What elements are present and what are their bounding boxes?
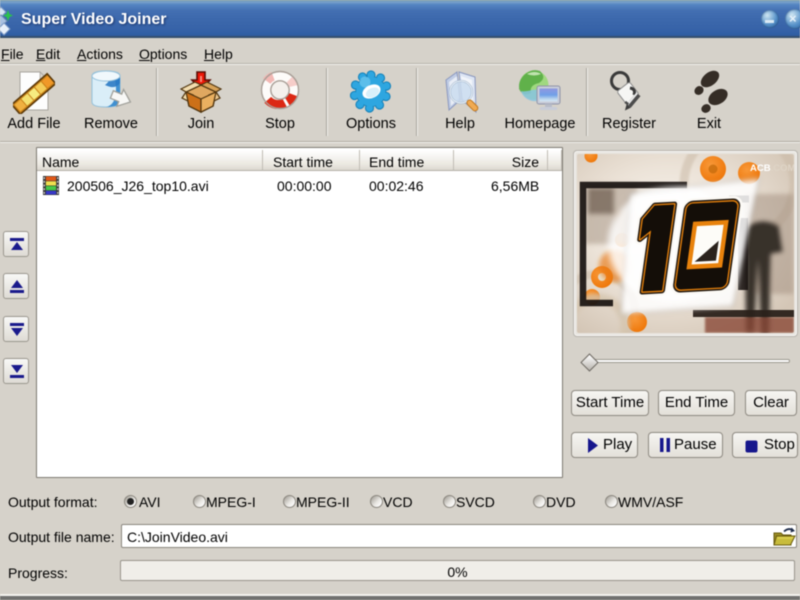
svg-text:ACB.COM: ACB.COM <box>750 163 794 174</box>
